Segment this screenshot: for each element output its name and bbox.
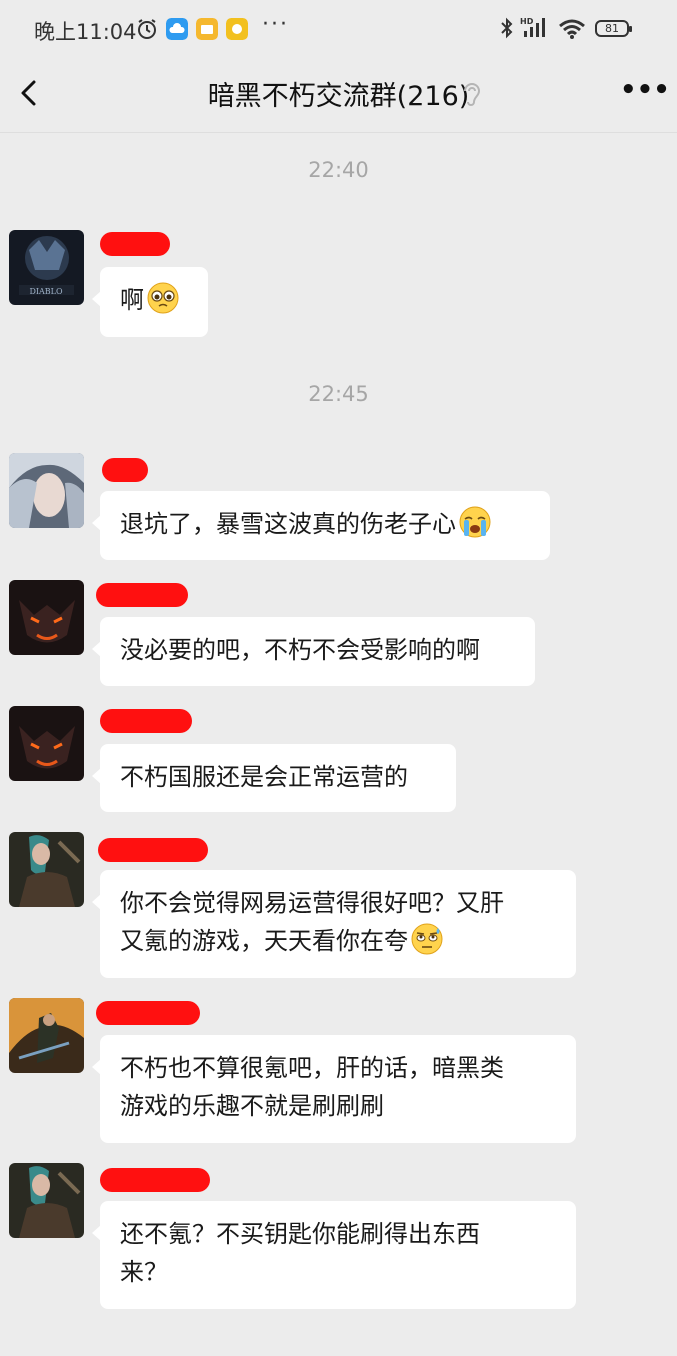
ear-off-icon xyxy=(464,83,481,106)
message-bubble[interactable]: 没必要的吧，不朽不会受影响的啊 xyxy=(92,617,535,686)
folder-app-icon xyxy=(196,18,218,40)
face-with-rolling-eyes-sweat-icon xyxy=(411,923,443,955)
pleading-face-icon xyxy=(147,282,179,314)
loudly-crying-face-icon xyxy=(459,506,491,538)
message-text-line-1: 还不氪？不买钥匙你能刷得出东西 xyxy=(120,1220,480,1248)
page-title[interactable]: 暗黑不朽交流群(216) xyxy=(208,74,470,113)
sender-name-redacted xyxy=(100,1168,210,1192)
sender-name-redacted xyxy=(96,1001,200,1025)
message-bubble[interactable]: 退坑了，暴雪这波真的伤老子心 xyxy=(92,491,550,560)
message-bubble[interactable]: 啊 xyxy=(92,267,208,337)
bluetooth-icon xyxy=(501,17,513,39)
message-text: 退坑了，暴雪这波真的伤老子心 xyxy=(120,510,456,538)
svg-text:HD: HD xyxy=(520,17,534,26)
message-text-line-2: 游戏的乐趣不就是刷刷刷 xyxy=(120,1092,384,1120)
svg-text:DIABLO: DIABLO xyxy=(29,287,63,296)
avatar[interactable]: DIABLO xyxy=(9,230,84,305)
avatar-silver-hair-image xyxy=(9,453,84,528)
wifi-icon xyxy=(559,19,585,39)
more-notifications-icon: ··· xyxy=(262,12,289,37)
avatar-jinx-image xyxy=(9,832,84,907)
chat-header: 暗黑不朽交流群(216) ••• xyxy=(0,60,677,133)
status-time: 晚上11:04 xyxy=(34,20,137,44)
message-text: 不朽国服还是会正常运营的 xyxy=(120,763,408,791)
signal-icon: HD xyxy=(520,17,545,37)
sender-name-redacted xyxy=(100,232,170,256)
timestamp: 22:40 xyxy=(308,158,369,182)
alarm-clock-icon xyxy=(138,19,156,39)
cloud-app-icon xyxy=(166,18,188,40)
timestamp: 22:45 xyxy=(308,382,369,406)
message-text-line-2: 又氪的游戏，天天看你在夸 xyxy=(120,927,408,955)
message-text: 没必要的吧，不朽不会受影响的啊 xyxy=(120,636,480,664)
message-bubble[interactable]: 你不会觉得网易运营得很好吧？又肝 又氪的游戏，天天看你在夸 xyxy=(92,870,576,978)
message-bubble[interactable]: 还不氪？不买钥匙你能刷得出东西 来？ xyxy=(92,1201,576,1309)
avatar[interactable] xyxy=(9,1163,84,1238)
wallet-app-icon xyxy=(226,18,248,40)
avatar-jinx-image xyxy=(9,1163,84,1238)
avatar[interactable] xyxy=(9,832,84,907)
avatar[interactable] xyxy=(9,706,84,781)
avatar[interactable] xyxy=(9,453,84,528)
message-text-line-1: 不朽也不算很氪吧，肝的话，暗黑类 xyxy=(120,1054,504,1082)
page-title-wrap: 暗黑不朽交流群(216) xyxy=(0,74,677,113)
battery-icon: 81 xyxy=(595,20,632,37)
sender-name-redacted xyxy=(102,458,148,482)
avatar-demon-image xyxy=(9,580,84,655)
more-options-button[interactable]: ••• xyxy=(620,77,670,108)
status-bar: 晚上11:04 ··· HD 81 xyxy=(0,0,677,60)
avatar-demon-image xyxy=(9,706,84,781)
avatar[interactable] xyxy=(9,580,84,655)
message-text-line-1: 你不会觉得网易运营得很好吧？又肝 xyxy=(120,889,504,917)
avatar-warrior-image xyxy=(9,998,84,1073)
sender-name-redacted xyxy=(98,838,208,862)
message-bubble[interactable]: 不朽也不算很氪吧，肝的话，暗黑类 游戏的乐趣不就是刷刷刷 xyxy=(92,1035,576,1143)
avatar[interactable] xyxy=(9,998,84,1073)
message-text-line-2: 来？ xyxy=(120,1258,168,1286)
sender-name-redacted xyxy=(96,583,188,607)
sender-name-redacted xyxy=(100,709,192,733)
message-text: 啊 xyxy=(120,286,144,314)
avatar-diablo-image: DIABLO xyxy=(9,230,84,305)
message-bubble[interactable]: 不朽国服还是会正常运营的 xyxy=(92,744,456,812)
